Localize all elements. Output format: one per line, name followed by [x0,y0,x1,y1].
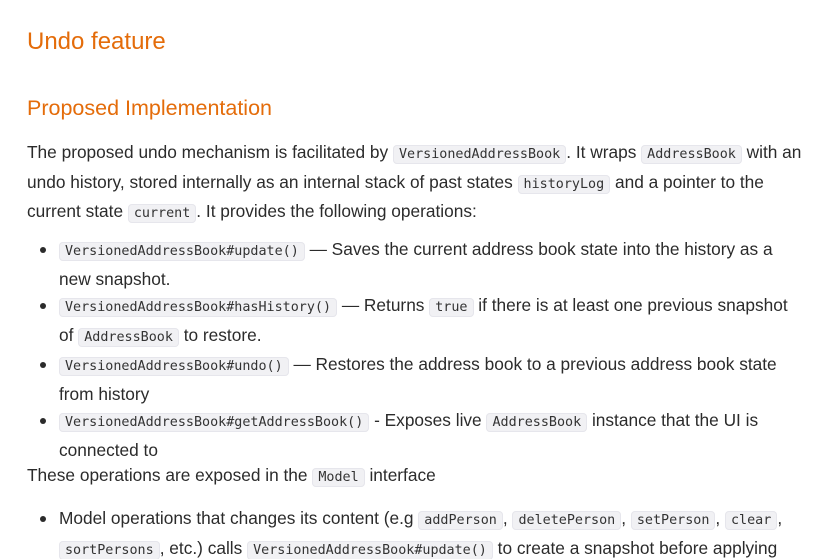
inline-code-get-address-book: VersionedAddressBook#getAddressBook() [59,413,370,432]
model-operations-list: Model operations that changes its conten… [27,505,802,559]
inline-code-delete-person: deletePerson [512,511,622,530]
inline-code-add-person: addPerson [418,511,503,530]
intro-paragraph: The proposed undo mechanism is facilitat… [27,139,802,228]
list-item-text: Model operations that changes its conten… [59,508,419,528]
inline-code-update: VersionedAddressBook#update() [247,540,493,559]
list-item-update: VersionedAddressBook#update() — Saves th… [27,236,802,292]
list-item-undo: VersionedAddressBook#undo() — Restores t… [27,351,802,407]
inline-code-sort-persons: sortPersons [59,540,160,559]
section-heading-undo-feature: Undo feature [27,28,166,55]
operations-list: VersionedAddressBook#update() — Saves th… [27,236,802,463]
inline-code-has-history: VersionedAddressBook#hasHistory() [59,298,338,317]
inline-code-address-book: AddressBook [78,327,179,347]
inline-code-undo: VersionedAddressBook#undo() [59,357,289,376]
list-item-text: — Returns [337,295,430,315]
intro-text-5: . It provides the following operations: [196,201,477,221]
exposed-paragraph: These operations are exposed in the Mode… [27,462,802,492]
list-item-text: , etc.) calls [159,537,248,558]
subsection-heading-proposed-implementation: Proposed Implementation [27,96,273,120]
document-page: Undo feature Proposed Implementation The… [0,0,826,559]
separator-text: , [621,508,631,528]
inline-code-current: current [127,204,197,223]
separator-text: , [715,508,725,528]
inline-code-versioned-address-book: VersionedAddressBook [393,145,567,164]
inline-code-true: true [429,298,474,317]
exposed-text-1: These operations are exposed in the [27,465,313,485]
intro-text-1: The proposed undo mechanism is facilitat… [27,142,393,162]
inline-code-set-person: setPerson [630,511,716,530]
inline-code-history-log: historyLog [517,174,611,194]
inline-code-address-book: AddressBook [641,145,742,164]
list-item-text: to restore. [178,324,262,345]
list-item-text: - Exposes live [369,410,487,430]
exposed-text-2: interface [364,465,436,485]
separator-text: , [777,508,783,528]
list-item-model-operations: Model operations that changes its conten… [27,505,802,559]
inline-code-clear: clear [725,511,778,530]
inline-code-update: VersionedAddressBook#update() [59,242,305,261]
inline-code-model: Model [312,468,365,487]
list-item-has-history: VersionedAddressBook#hasHistory() — Retu… [27,292,802,351]
intro-text-2: . It wraps [566,142,642,162]
list-item-text: to create a snapshot before applying [492,537,778,558]
list-item-get-address-book: VersionedAddressBook#getAddressBook() - … [27,407,802,463]
inline-code-address-book: AddressBook [486,413,588,432]
